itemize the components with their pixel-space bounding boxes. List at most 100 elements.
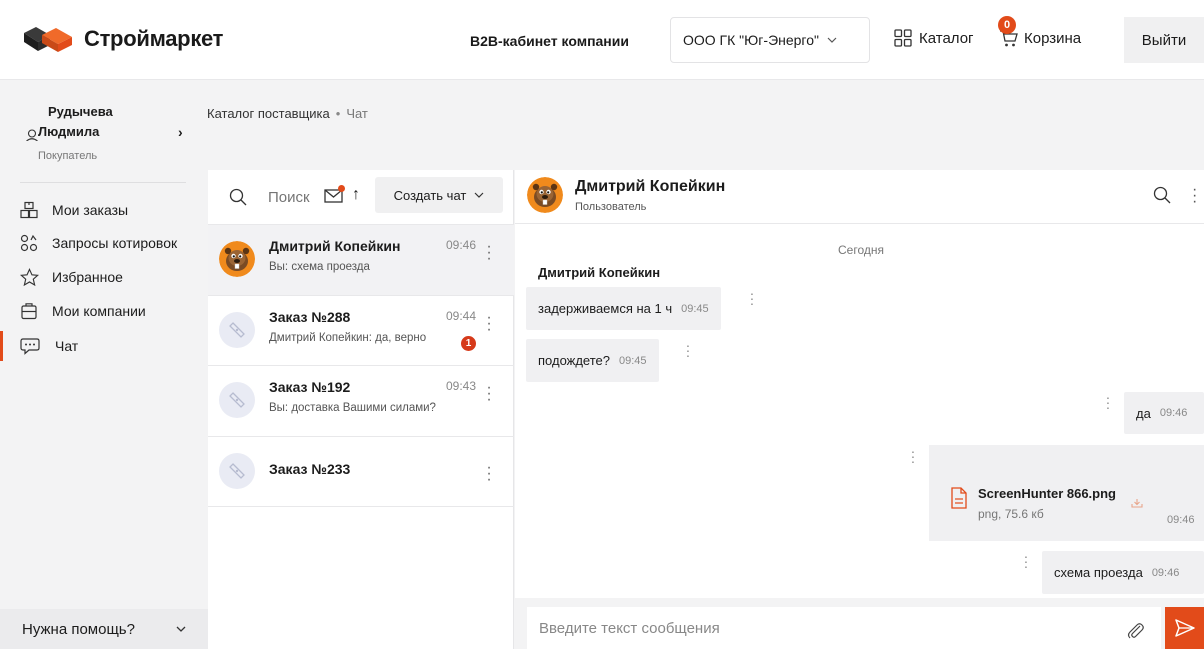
chat-preview: Вы: схема проезда	[269, 261, 370, 273]
b2b-title: B2B-кабинет компании	[470, 33, 629, 49]
sidebar-item-label: Избранное	[52, 269, 123, 285]
help-label: Нужна помощь?	[22, 620, 135, 638]
breadcrumb-separator: •	[335, 106, 341, 121]
more-vertical-icon[interactable]: · · ·	[483, 310, 495, 338]
sidebar-item-quotes[interactable]: Запросы котировок	[0, 228, 208, 258]
user-icon	[26, 129, 38, 141]
sidebar-item-chat[interactable]: Чат	[0, 331, 208, 361]
quotes-icon	[20, 234, 38, 252]
ticket-icon	[229, 392, 245, 408]
search-icon[interactable]	[1153, 186, 1171, 204]
chat-list-item[interactable]: Заказ №288 09:44 Дмитрий Копейкин: да, в…	[208, 295, 514, 366]
message-text: подождете?	[538, 353, 611, 368]
chat-icon	[20, 338, 40, 355]
more-vertical-icon[interactable]: · · ·	[1192, 182, 1197, 210]
more-vertical-icon[interactable]: · · ·	[909, 444, 917, 468]
company-select[interactable]: ООО ГК "Юг-Энерго"	[670, 17, 870, 63]
chat-list-item[interactable]: Дмитрий Копейкин 09:46 Вы: схема проезда…	[208, 224, 514, 295]
create-chat-label: Создать чат	[393, 187, 467, 203]
more-vertical-icon[interactable]: · · ·	[684, 338, 692, 362]
chat-preview: Дмитрий Копейкин: да, верно	[269, 332, 427, 344]
message-sender-name: Дмитрий Копейкин	[538, 265, 661, 280]
more-vertical-icon[interactable]: · · ·	[483, 239, 495, 267]
message-text: да	[1136, 405, 1151, 421]
conversation-subtitle: Пользователь	[575, 201, 647, 213]
message-time: 09:45	[619, 354, 647, 367]
send-icon	[1174, 619, 1195, 637]
download-icon[interactable]	[1131, 498, 1143, 508]
conversation-title: Дмитрий Копейкин	[575, 178, 726, 195]
sidebar-item-label: Мои компании	[52, 303, 146, 319]
chat-time: 09:44	[446, 309, 477, 323]
file-name[interactable]: ScreenHunter 866.png	[978, 486, 1116, 501]
cart-count-badge: 0	[998, 16, 1016, 34]
breadcrumb-parent[interactable]: Каталог поставщика	[207, 106, 330, 121]
paperclip-icon[interactable]	[1125, 620, 1145, 640]
brand-logo[interactable]: Строймаркет	[22, 25, 223, 53]
ticket-avatar	[219, 382, 255, 418]
help-dropdown[interactable]: Нужна помощь?	[0, 609, 208, 649]
message-input[interactable]	[527, 607, 1161, 649]
chat-time: 09:43	[446, 379, 477, 393]
chat-title: Заказ №233	[269, 461, 351, 477]
message-bubble-incoming[interactable]: задерживаемся на 1 ч 09:45	[526, 287, 721, 330]
chat-time: 09:46	[446, 238, 477, 252]
chat-title: Заказ №192	[269, 379, 351, 395]
more-vertical-icon[interactable]: · · ·	[483, 380, 495, 408]
chat-title: Заказ №288	[269, 309, 351, 325]
chevron-down-icon	[176, 626, 186, 632]
logout-button[interactable]: Выйти	[1124, 17, 1204, 63]
orders-icon	[20, 201, 38, 219]
ticket-avatar	[219, 312, 255, 348]
create-chat-button[interactable]: Создать чат	[375, 177, 503, 213]
chevron-down-icon	[474, 192, 484, 198]
chat-list-item[interactable]: Заказ №233 · · ·	[208, 436, 514, 507]
chevron-down-icon	[827, 37, 837, 43]
sidebar-divider	[20, 182, 186, 183]
sidebar-item-label: Запросы котировок	[52, 235, 178, 251]
beaver-avatar	[219, 241, 255, 277]
chat-search-input[interactable]	[268, 185, 322, 209]
ticket-icon	[229, 322, 245, 338]
beaver-avatar	[527, 177, 563, 213]
chat-list-item[interactable]: Заказ №192 09:43 Вы: доставка Вашими сил…	[208, 365, 514, 436]
user-last-name[interactable]: Рудычева	[48, 104, 113, 119]
message-time: 09:46	[1167, 514, 1195, 526]
message-bubble-incoming[interactable]: подождете? 09:45	[526, 339, 659, 382]
ticket-avatar	[219, 453, 255, 489]
message-time: 09:46	[1151, 566, 1180, 579]
send-button[interactable]	[1165, 607, 1204, 649]
sidebar-item-orders[interactable]: Мои заказы	[0, 195, 208, 225]
sort-arrow-icon[interactable]: ↑	[352, 186, 360, 204]
company-icon	[21, 303, 37, 320]
breadcrumb-current: Чат	[346, 106, 368, 121]
unread-count-badge: 1	[461, 336, 476, 351]
catalog-link[interactable]: Каталог	[893, 28, 974, 48]
sidebar-item-label: Чат	[55, 338, 79, 354]
message-bubble-outgoing[interactable]: схема проезда 09:46	[1042, 551, 1204, 594]
search-icon[interactable]	[229, 188, 247, 206]
message-text: схема проезда	[1054, 565, 1143, 580]
unread-indicator-dot	[338, 185, 345, 192]
grid-icon	[894, 29, 912, 47]
more-vertical-icon[interactable]: · · ·	[748, 286, 756, 310]
ticket-icon	[229, 463, 245, 479]
company-select-value: ООО ГК "Юг-Энерго"	[683, 32, 819, 48]
catalog-label: Каталог	[919, 29, 974, 47]
file-meta: png, 75.6 кб	[978, 507, 1044, 521]
sidebar-item-favorites[interactable]: Избранное	[0, 262, 208, 292]
chat-preview: Вы: доставка Вашими силами?	[269, 402, 436, 414]
more-vertical-icon[interactable]: · · ·	[483, 460, 495, 488]
more-vertical-icon[interactable]: · · ·	[1022, 549, 1030, 573]
user-first-name[interactable]: Людмила	[38, 124, 99, 139]
message-bubble-outgoing[interactable]: да 09:46	[1124, 392, 1204, 434]
message-time: 09:46	[1159, 407, 1188, 419]
sidebar-item-label: Мои заказы	[52, 202, 129, 218]
chat-title: Дмитрий Копейкин	[269, 238, 401, 254]
more-vertical-icon[interactable]: · · ·	[1104, 390, 1112, 414]
user-role: Покупатель	[38, 150, 98, 162]
message-time: 09:45	[681, 302, 709, 315]
chevron-right-icon[interactable]: ›	[178, 124, 183, 140]
file-icon	[951, 487, 967, 509]
sidebar-item-companies[interactable]: Мои компании	[0, 296, 208, 326]
